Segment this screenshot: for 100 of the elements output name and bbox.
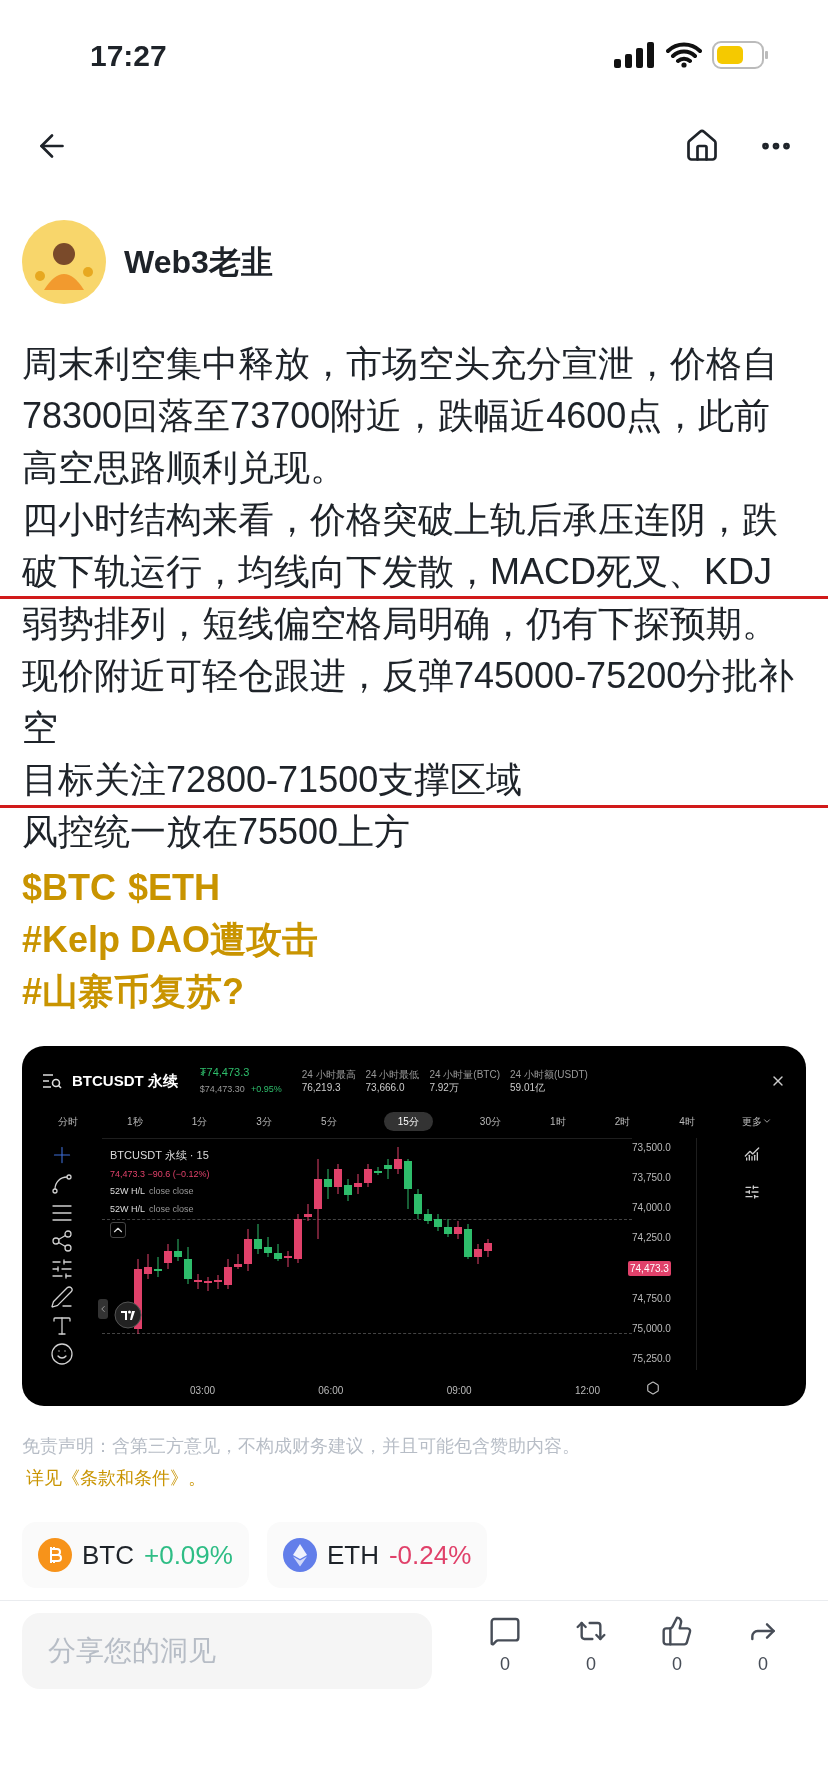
candle: [424, 1208, 432, 1225]
action-count: 0: [500, 1653, 510, 1676]
post-paragraph: 风控统一放在75500上方: [22, 810, 412, 854]
timeframe-tab[interactable]: 5分: [319, 1113, 339, 1129]
stat-label: 24 小时量(BTC): [429, 1068, 501, 1081]
settings-icon[interactable]: [646, 1381, 660, 1395]
time-label: 09:00: [446, 1384, 472, 1398]
candle: [474, 1243, 482, 1265]
candle: [254, 1223, 262, 1255]
stat-label: 24 小时最低: [365, 1068, 420, 1081]
candle: [414, 1188, 422, 1220]
coin-change: +0.09%: [144, 1538, 233, 1572]
more-dropdown[interactable]: 更多: [741, 1113, 772, 1129]
status-time: 17:27: [90, 37, 167, 74]
comment-icon: [489, 1615, 521, 1647]
price-label: 75,250.0: [632, 1352, 672, 1366]
action-count: 0: [586, 1653, 596, 1676]
stat-value: 76,219.3: [301, 1081, 342, 1094]
candle: [454, 1220, 462, 1240]
indicator-values: close close: [149, 1185, 194, 1198]
candle: [344, 1178, 352, 1202]
comment-field[interactable]: 分享您的洞见: [22, 1613, 432, 1689]
indicators-icon[interactable]: [743, 1146, 760, 1162]
candle: [484, 1238, 492, 1258]
coin-symbol: ETH: [326, 1538, 379, 1572]
indicator-name: 52W H/L: [110, 1202, 145, 1216]
collapse-button[interactable]: [110, 1222, 126, 1238]
candle: [184, 1246, 192, 1285]
stat-label: 24 小时最高: [301, 1068, 356, 1081]
brush-icon[interactable]: [50, 1285, 74, 1310]
price-label: 73,500.0: [632, 1141, 672, 1155]
timeframe-tab[interactable]: 1时: [548, 1113, 568, 1129]
coin-chip[interactable]: BTC +0.09%: [22, 1522, 249, 1588]
ethereum-icon: [282, 1538, 317, 1572]
timeframe-tab[interactable]: 15分: [383, 1111, 433, 1131]
time-label: 03:00: [190, 1384, 216, 1398]
expand-handle[interactable]: [98, 1299, 108, 1319]
candle: [194, 1273, 202, 1290]
coin-symbol: BTC: [82, 1538, 134, 1572]
menu-search-icon[interactable]: [42, 1072, 62, 1090]
legend-quote: 74,473.3 −90.6 (−0.12%): [110, 1167, 210, 1181]
battery-icon: [712, 41, 768, 69]
time-label: 06:00: [318, 1384, 344, 1398]
signal-icon: [614, 42, 656, 68]
indicator-values: close close: [149, 1202, 194, 1216]
candle: [154, 1256, 162, 1278]
time-label: 12:00: [574, 1384, 600, 1398]
candle: [444, 1218, 452, 1238]
timeframe-tab[interactable]: 1秒: [125, 1113, 145, 1129]
usd-price: $74,473.30: [199, 1083, 245, 1096]
trend-line-icon[interactable]: [50, 1172, 74, 1197]
candle: [204, 1276, 212, 1292]
stat-value: 73,666.0: [365, 1081, 406, 1094]
disclaimer-text: 免责声明：含第三方意见，不构成财务建议，并且可能包含赞助内容。: [22, 1435, 581, 1458]
candle: [434, 1213, 442, 1232]
price-label: 74,250.0: [632, 1231, 672, 1246]
candle: [304, 1203, 312, 1222]
timeframe-tab[interactable]: 3分: [254, 1113, 274, 1129]
symbol-title: BTCUSDT 永续: [72, 1070, 178, 1091]
settings-sliders-icon[interactable]: [743, 1184, 760, 1200]
candle: [384, 1158, 392, 1180]
candle: [394, 1146, 402, 1175]
caret-icon: [761, 1116, 772, 1126]
coin-chip[interactable]: ETH -0.24%: [266, 1522, 488, 1588]
stat-label: 24 小时额(USDT): [510, 1068, 588, 1081]
emoji-icon[interactable]: [50, 1341, 74, 1366]
candle: [354, 1173, 362, 1195]
stat-value: 7.92万: [429, 1081, 460, 1094]
thumbs-up-icon: [661, 1615, 693, 1647]
home-button[interactable]: [684, 128, 720, 164]
wifi-icon: [666, 42, 702, 68]
post-paragraph: 四小时结构来看，价格突破上轨后承压连阴，跌破下轨运行，均线向下发散，MACD死叉、KDJ弱势排列，短线偏空格局明确，仍有下探预期。: [22, 498, 779, 646]
legend-title: BTCUSDT 永续 · 15: [110, 1148, 210, 1163]
candle: [464, 1223, 472, 1260]
candle: [224, 1258, 232, 1290]
candle: [274, 1243, 282, 1262]
author-name[interactable]: Web3老韭: [124, 238, 273, 286]
price-label: 73,750.0: [632, 1171, 672, 1186]
timeframe-tab[interactable]: 30分: [477, 1113, 503, 1129]
candle: [334, 1163, 342, 1195]
timeframe-tab[interactable]: 2时: [612, 1113, 633, 1129]
nodes-icon[interactable]: [50, 1228, 74, 1253]
candle: [144, 1253, 152, 1280]
candle: [364, 1163, 372, 1188]
coin-change: -0.24%: [388, 1538, 472, 1572]
candle: [234, 1253, 242, 1270]
candle: [294, 1213, 302, 1264]
candle: [404, 1158, 412, 1210]
price-change: +0.95%: [250, 1083, 282, 1096]
candle: [374, 1166, 382, 1176]
stat-value: 59.01亿: [510, 1081, 547, 1094]
timeframe-tab[interactable]: 4时: [677, 1113, 697, 1129]
candle: [164, 1243, 172, 1270]
post-paragraph: 目标关注72800-71500支撑区域: [22, 758, 524, 802]
timeframe-tab[interactable]: 1分: [189, 1113, 210, 1129]
last-price: ₮74,473.3: [199, 1065, 251, 1080]
action-count: 0: [758, 1653, 768, 1676]
price-label: 74,000.0: [632, 1201, 672, 1216]
timeframe-tab[interactable]: 分时: [56, 1113, 80, 1129]
candle: [324, 1168, 332, 1200]
